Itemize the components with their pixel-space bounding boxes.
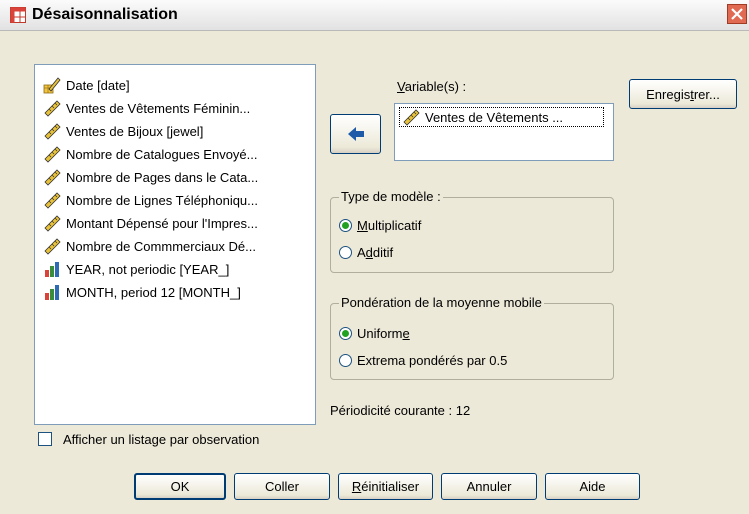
radio-multiplicative[interactable]: Multiplicatif <box>339 218 421 233</box>
radio-dot[interactable] <box>339 354 352 367</box>
mnemonic: e <box>402 326 410 341</box>
deseasonalization-dialog: Désaisonnalisation Date [date] Ventes de… <box>0 0 749 514</box>
list-item-label: Ventes de Vêtements ... <box>425 109 564 125</box>
list-item-label: MONTH, period 12 [MONTH_] <box>66 284 241 300</box>
radio-dot[interactable] <box>339 246 352 259</box>
list-item-label: YEAR, not periodic [YEAR_] <box>66 261 230 277</box>
variables-target-list[interactable]: Ventes de Vêtements ... <box>394 103 614 161</box>
mnemonic: R <box>351 479 362 494</box>
mnemonic: V <box>397 79 405 94</box>
list-item-label: Nombre de Commmerciaux Dé... <box>66 238 256 254</box>
mnemonic: M <box>357 218 368 233</box>
reset-button[interactable]: Réinitialiser <box>338 473 433 500</box>
label-text: A <box>357 245 366 260</box>
date-ruler-icon <box>43 77 61 94</box>
cancel-button[interactable]: Annuler <box>441 473 537 500</box>
list-item[interactable]: YEAR, not periodic [YEAR_] <box>43 259 229 279</box>
list-item-label: Nombre de Catalogues Envoyé... <box>66 146 258 162</box>
scale-ruler-icon <box>44 123 61 140</box>
scale-ruler-icon <box>44 238 61 255</box>
list-item[interactable]: Nombre de Commmerciaux Dé... <box>43 236 256 256</box>
list-item-label: Date [date] <box>66 77 130 93</box>
list-item[interactable]: Date [date] <box>43 75 130 95</box>
list-item-label: Ventes de Bijoux [jewel] <box>66 123 204 139</box>
list-item[interactable]: Ventes de Vêtements ... <box>399 107 604 127</box>
group-title: Pondération de la moyenne mobile <box>339 295 544 310</box>
button-label: éinitialiser <box>361 479 420 494</box>
button-label: Coller <box>265 479 299 494</box>
label-text: ariable(s) : <box>404 79 467 94</box>
moving-average-weight-group: Pondération de la moyenne mobile Uniform… <box>330 295 614 380</box>
current-periodicity: Périodicité courante : 12 <box>330 403 471 418</box>
radio-endpoints-weighted[interactable]: Extrema pondérés par 0.5 <box>339 353 507 368</box>
scale-ruler-icon <box>44 215 61 232</box>
checkbox-label: Afficher un listage par observation <box>63 432 260 447</box>
scale-ruler-icon <box>44 169 61 186</box>
close-button[interactable] <box>727 4 747 24</box>
close-icon <box>731 8 743 20</box>
list-item[interactable]: MONTH, period 12 [MONTH_] <box>43 282 241 302</box>
scale-ruler-icon <box>403 109 420 126</box>
scale-ruler-icon <box>44 146 61 163</box>
list-item[interactable]: Ventes de Bijoux [jewel] <box>43 121 203 141</box>
move-variable-button[interactable] <box>330 114 381 154</box>
model-type-group: Type de modèle : Multiplicatif Additif <box>330 189 614 273</box>
casewise-listing-checkbox[interactable] <box>38 432 52 446</box>
radio-dot[interactable] <box>339 327 352 340</box>
scale-ruler-icon <box>44 100 61 117</box>
title-bar: Désaisonnalisation <box>0 0 749 31</box>
button-label: OK <box>170 479 190 494</box>
label-text: Uniform <box>357 326 403 341</box>
save-button[interactable]: Enregistrer... <box>629 79 737 109</box>
button-label: rer... <box>693 86 720 102</box>
radio-additive[interactable]: Additif <box>339 245 393 260</box>
button-label: Enregis <box>646 86 691 102</box>
list-item-label: Nombre de Pages dans le Cata... <box>66 169 259 185</box>
source-variable-list[interactable]: Date [date] Ventes de Vêtements Féminin.… <box>34 64 316 425</box>
radio-label: Multiplicatif <box>357 218 421 233</box>
list-item[interactable]: Nombre de Pages dans le Cata... <box>43 167 258 187</box>
button-label: Annuler <box>466 479 512 494</box>
ordinal-bars-icon <box>45 262 59 277</box>
arrow-left-icon <box>347 126 364 141</box>
list-item-label: Nombre de Lignes Téléphoniqu... <box>66 192 258 208</box>
paste-button[interactable]: Coller <box>234 473 330 500</box>
list-item[interactable]: Nombre de Lignes Téléphoniqu... <box>43 190 258 210</box>
window-title: Désaisonnalisation <box>32 6 178 23</box>
mnemonic: d <box>365 245 373 260</box>
list-item[interactable]: Nombre de Catalogues Envoyé... <box>43 144 258 164</box>
label-text: Extrema pondérés par 0.5 <box>357 353 508 368</box>
grid-table-icon <box>10 7 26 23</box>
list-item-label: Ventes de Vêtements Féminin... <box>66 100 251 116</box>
label-text: ultiplicatif <box>367 218 422 233</box>
label-text: ditif <box>372 245 394 260</box>
radio-label: Additif <box>357 245 393 260</box>
radio-dot[interactable] <box>339 219 352 232</box>
list-item-label: Montant Dépensé pour l'Impres... <box>66 215 258 231</box>
radio-label: Uniforme <box>357 326 410 341</box>
radio-label: Extrema pondérés par 0.5 <box>357 353 507 368</box>
scale-ruler-icon <box>44 192 61 209</box>
radio-uniform[interactable]: Uniforme <box>339 326 410 341</box>
list-item[interactable]: Ventes de Vêtements Féminin... <box>43 98 250 118</box>
ordinal-bars-icon <box>45 285 59 300</box>
ok-button[interactable]: OK <box>134 473 226 500</box>
variables-label: Variable(s) : <box>397 79 466 94</box>
list-item[interactable]: Montant Dépensé pour l'Impres... <box>43 213 258 233</box>
button-label: Aide <box>579 479 606 494</box>
group-title: Type de modèle : <box>339 189 443 204</box>
help-button[interactable]: Aide <box>545 473 640 500</box>
